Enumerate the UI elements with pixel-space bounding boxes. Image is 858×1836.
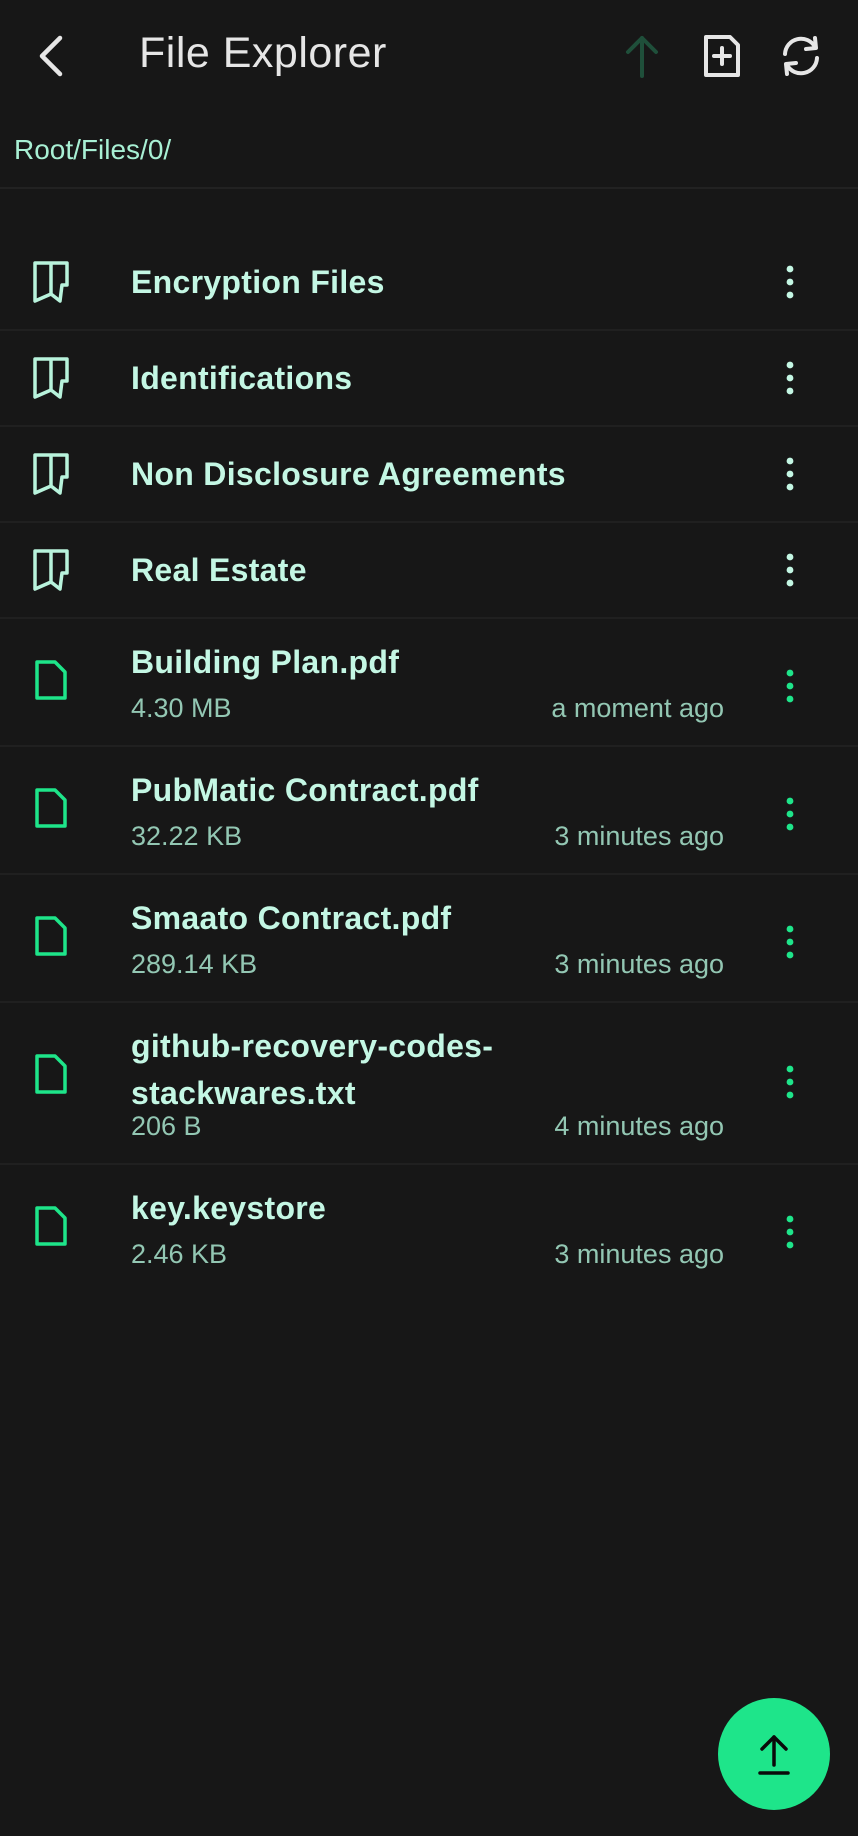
back-button[interactable] (26, 26, 76, 86)
more-vert-icon (786, 265, 794, 299)
file-icon (28, 1203, 74, 1249)
file-list: Encryption Files Identifications Non Dis… (0, 235, 858, 1283)
file-icon (28, 657, 74, 703)
folder-name: Real Estate (131, 552, 307, 588)
file-name: Smaato Contract.pdf (131, 900, 452, 936)
upload-icon (758, 1735, 790, 1775)
more-options-button[interactable] (770, 661, 810, 711)
more-options-button[interactable] (770, 789, 810, 839)
more-options-button[interactable] (770, 545, 810, 595)
more-vert-icon (786, 457, 794, 491)
file-modified-time: a moment ago (551, 693, 724, 723)
folder-name: Non Disclosure Agreements (131, 456, 566, 492)
file-size: 32.22 KB (131, 821, 243, 851)
folder-row[interactable]: Non Disclosure Agreements (0, 427, 858, 523)
folder-icon (28, 451, 74, 497)
file-row[interactable]: PubMatic Contract.pdf 32.22 KB 3 minutes… (0, 747, 858, 875)
file-modified-time: 4 minutes ago (554, 1111, 724, 1141)
more-vert-icon (786, 553, 794, 587)
new-file-button[interactable] (694, 28, 750, 84)
more-vert-icon (786, 797, 794, 831)
file-row[interactable]: github-recovery-codes-stackwares.txt 206… (0, 1003, 858, 1165)
folder-icon (28, 355, 74, 401)
upload-fab[interactable] (718, 1698, 830, 1810)
page-title: File Explorer (139, 29, 387, 77)
file-modified-time: 3 minutes ago (554, 949, 724, 979)
refresh-icon (783, 36, 819, 76)
file-size: 206 B (131, 1111, 202, 1141)
folder-row[interactable]: Encryption Files (0, 235, 858, 331)
folder-row[interactable]: Identifications (0, 331, 858, 427)
file-row[interactable]: Building Plan.pdf 4.30 MB a moment ago (0, 619, 858, 747)
folder-row[interactable]: Real Estate (0, 523, 858, 619)
file-icon (28, 1051, 74, 1097)
more-vert-icon (786, 1065, 794, 1099)
more-options-button[interactable] (770, 449, 810, 499)
folder-name: Encryption Files (131, 264, 385, 300)
more-options-button[interactable] (770, 1057, 810, 1107)
back-arrow-icon (39, 35, 63, 77)
upload-arrow-icon (626, 36, 658, 78)
more-vert-icon (786, 925, 794, 959)
file-icon (28, 785, 74, 831)
refresh-button[interactable] (773, 28, 829, 84)
file-size: 2.46 KB (131, 1239, 228, 1269)
file-icon (28, 913, 74, 959)
file-row[interactable]: Smaato Contract.pdf 289.14 KB 3 minutes … (0, 875, 858, 1003)
more-vert-icon (786, 361, 794, 395)
file-explorer-screen: File Explorer Root/Files/0/ Encryption F… (0, 0, 858, 1836)
upload-action-button[interactable] (614, 28, 670, 84)
more-vert-icon (786, 669, 794, 703)
more-options-button[interactable] (770, 257, 810, 307)
file-row[interactable]: key.keystore 2.46 KB 3 minutes ago (0, 1165, 858, 1283)
file-modified-time: 3 minutes ago (554, 821, 724, 851)
more-vert-icon (786, 1215, 794, 1249)
breadcrumb[interactable]: Root/Files/0/ (14, 134, 171, 166)
divider (0, 187, 858, 189)
file-name: github-recovery-codes-stackwares.txt (131, 1028, 494, 1111)
file-name: PubMatic Contract.pdf (131, 772, 479, 808)
new-file-icon (704, 35, 740, 77)
folder-icon (28, 259, 74, 305)
file-name: Building Plan.pdf (131, 644, 400, 680)
folder-name: Identifications (131, 360, 353, 396)
file-name: key.keystore (131, 1190, 327, 1226)
file-size: 289.14 KB (131, 949, 258, 979)
file-size: 4.30 MB (131, 693, 232, 723)
more-options-button[interactable] (770, 1207, 810, 1257)
app-bar: File Explorer (0, 0, 858, 112)
more-options-button[interactable] (770, 353, 810, 403)
more-options-button[interactable] (770, 917, 810, 967)
folder-icon (28, 547, 74, 593)
file-modified-time: 3 minutes ago (554, 1239, 724, 1269)
